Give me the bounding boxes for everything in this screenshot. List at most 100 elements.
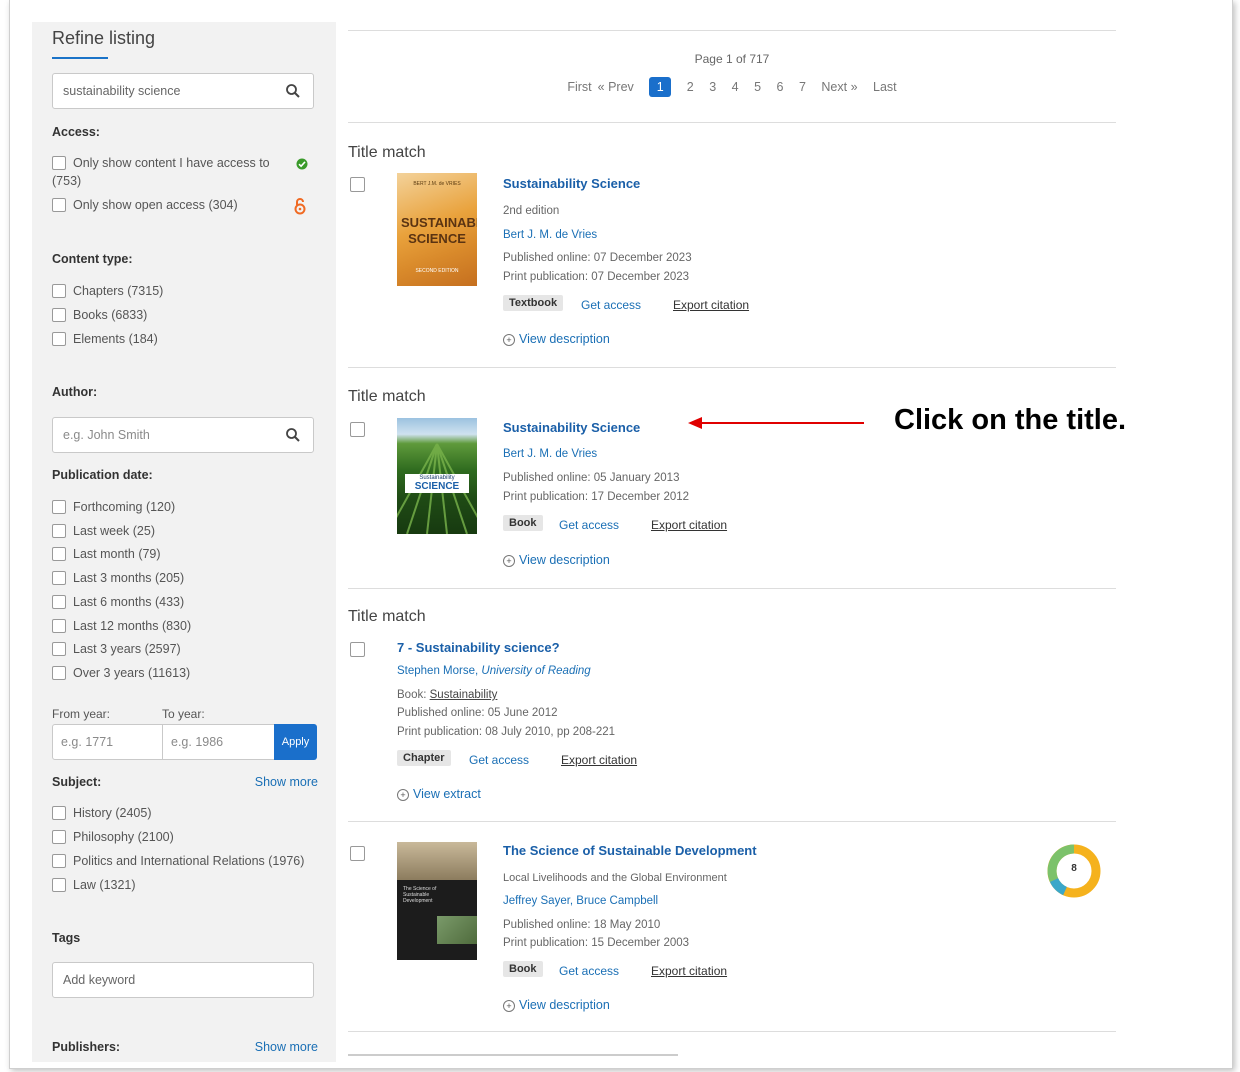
published-online: Published online: 05 June 2012	[397, 707, 558, 719]
checkbox[interactable]	[52, 666, 66, 680]
pager-page-link[interactable]: 6	[777, 80, 784, 94]
result-title-link[interactable]: 7 - Sustainability science?	[397, 640, 560, 655]
result-checkbox[interactable]	[350, 846, 365, 861]
pager-first-link[interactable]: First	[567, 80, 591, 94]
tags-input[interactable]: Add keyword	[52, 962, 314, 998]
content-type-filter[interactable]: Chapters (7315)	[52, 282, 163, 300]
result-checkbox[interactable]	[350, 177, 365, 192]
results-main: Page 1 of 717 First « Prev 1 2 3 4 5 6 7 …	[348, 0, 1118, 1068]
filter-label: Books (6833)	[73, 308, 148, 322]
publishers-show-more-link[interactable]: Show more	[255, 1040, 318, 1054]
checkbox[interactable]	[52, 595, 66, 609]
pager-last-link[interactable]: Last	[873, 80, 897, 94]
subject-filter[interactable]: History (2405)	[52, 804, 152, 822]
cover-title: SUSTAINABILITY SCIENCE	[401, 215, 477, 246]
content-type-badge: Book	[503, 961, 543, 977]
pubdate-filter[interactable]: Last 3 months (205)	[52, 569, 184, 587]
content-type-filter[interactable]: Elements (184)	[52, 330, 158, 348]
result-title-link[interactable]: The Science of Sustainable Development	[503, 843, 757, 858]
checkbox[interactable]	[52, 308, 66, 322]
apply-button[interactable]: Apply	[274, 724, 317, 760]
pager-page-current[interactable]: 1	[649, 77, 672, 97]
to-year-placeholder: e.g. 1986	[171, 735, 224, 749]
checkbox[interactable]	[52, 524, 66, 538]
pager-page-link[interactable]: 2	[687, 80, 694, 94]
title-match-label: Title match	[348, 388, 426, 405]
refine-sidebar: Refine listing sustainability science Ac…	[32, 22, 336, 1062]
toggle-label: View description	[519, 998, 610, 1012]
checkbox[interactable]	[52, 500, 66, 514]
pager-page-link[interactable]: 3	[709, 80, 716, 94]
checkbox[interactable]	[52, 547, 66, 561]
export-citation-link[interactable]: Export citation	[673, 298, 749, 312]
export-citation-link[interactable]: Export citation	[651, 964, 727, 978]
browser-frame: Refine listing sustainability science Ac…	[9, 0, 1233, 1069]
book-cover-image[interactable]: The Science of Sustainable Development	[397, 842, 477, 960]
pubdate-filter[interactable]: Forthcoming (120)	[52, 498, 175, 516]
pager-page-link[interactable]: 7	[799, 80, 806, 94]
result-author-link[interactable]: Bert J. M. de Vries	[503, 229, 597, 241]
author-name[interactable]: Stephen Morse,	[397, 665, 478, 677]
view-extract-toggle[interactable]: + View extract	[397, 787, 481, 801]
pager-prev-link[interactable]: « Prev	[598, 80, 634, 94]
pubdate-filter[interactable]: Last month (79)	[52, 545, 161, 563]
subject-filter[interactable]: Law (1321)	[52, 876, 136, 894]
view-description-toggle[interactable]: + View description	[503, 553, 610, 567]
pubdate-filter[interactable]: Over 3 years (11613)	[52, 664, 190, 682]
book-line: Book: Sustainability	[397, 689, 497, 701]
refine-search-input[interactable]: sustainability science	[52, 73, 314, 109]
subject-show-more-link[interactable]: Show more	[255, 775, 318, 789]
checkbox[interactable]	[52, 156, 66, 170]
access-filter-own[interactable]: Only show content I have access to	[52, 154, 270, 172]
view-description-toggle[interactable]: + View description	[503, 998, 610, 1012]
checkbox[interactable]	[52, 619, 66, 633]
book-prefix: Book:	[397, 689, 427, 701]
result-title-link[interactable]: Sustainability Science	[503, 420, 640, 435]
result-title-link[interactable]: Sustainability Science	[503, 176, 640, 191]
search-icon[interactable]	[285, 427, 301, 443]
result-author-link[interactable]: Bert J. M. de Vries	[503, 448, 597, 460]
checkbox[interactable]	[52, 571, 66, 585]
divider	[348, 1031, 1116, 1032]
author-search-input[interactable]: e.g. John Smith	[52, 417, 314, 453]
to-year-input[interactable]: e.g. 1986	[162, 724, 275, 760]
book-cover-image[interactable]: Sustainability SCIENCE	[397, 418, 477, 534]
pager-page-link[interactable]: 5	[754, 80, 761, 94]
from-year-input[interactable]: e.g. 1771	[52, 724, 163, 760]
subject-filter[interactable]: Philosophy (2100)	[52, 828, 174, 846]
filter-label: Last 3 years (2597)	[73, 642, 181, 656]
checkbox[interactable]	[52, 854, 66, 868]
checkbox[interactable]	[52, 332, 66, 346]
checkbox[interactable]	[52, 284, 66, 298]
pubdate-filter[interactable]: Last 12 months (830)	[52, 617, 191, 635]
search-icon[interactable]	[285, 83, 301, 99]
checkbox[interactable]	[52, 642, 66, 656]
pager-page-link[interactable]: 4	[732, 80, 739, 94]
export-citation-link[interactable]: Export citation	[651, 518, 727, 532]
checkbox[interactable]	[52, 198, 66, 212]
pager-next-link[interactable]: Next »	[821, 80, 857, 94]
get-access-link[interactable]: Get access	[469, 753, 529, 767]
altmetric-badge[interactable]: 8	[1045, 842, 1103, 905]
checkbox[interactable]	[52, 830, 66, 844]
export-citation-link[interactable]: Export citation	[561, 753, 637, 767]
get-access-link[interactable]: Get access	[559, 964, 619, 978]
content-type-filter[interactable]: Books (6833)	[52, 306, 147, 324]
pubdate-filter[interactable]: Last week (25)	[52, 522, 155, 540]
subject-filter[interactable]: Politics and International Relations (19…	[52, 852, 304, 870]
access-filter-open[interactable]: Only show open access (304)	[52, 196, 238, 214]
result-author-line[interactable]: Stephen Morse, University of Reading	[397, 665, 591, 677]
view-description-toggle[interactable]: + View description	[503, 332, 610, 346]
checkbox[interactable]	[52, 806, 66, 820]
get-access-link[interactable]: Get access	[559, 518, 619, 532]
result-checkbox[interactable]	[350, 642, 365, 657]
result-author-link[interactable]: Jeffrey Sayer, Bruce Campbell	[503, 895, 658, 907]
book-cover-image[interactable]: BERT J.M. de VRIES SUSTAINABILITY SCIENC…	[397, 173, 477, 286]
pubdate-filter[interactable]: Last 6 months (433)	[52, 593, 184, 611]
result-checkbox[interactable]	[350, 422, 365, 437]
get-access-link[interactable]: Get access	[581, 298, 641, 312]
toggle-label: View description	[519, 332, 610, 346]
pubdate-filter[interactable]: Last 3 years (2597)	[52, 640, 181, 658]
checkbox[interactable]	[52, 878, 66, 892]
book-link[interactable]: Sustainability	[430, 689, 498, 701]
